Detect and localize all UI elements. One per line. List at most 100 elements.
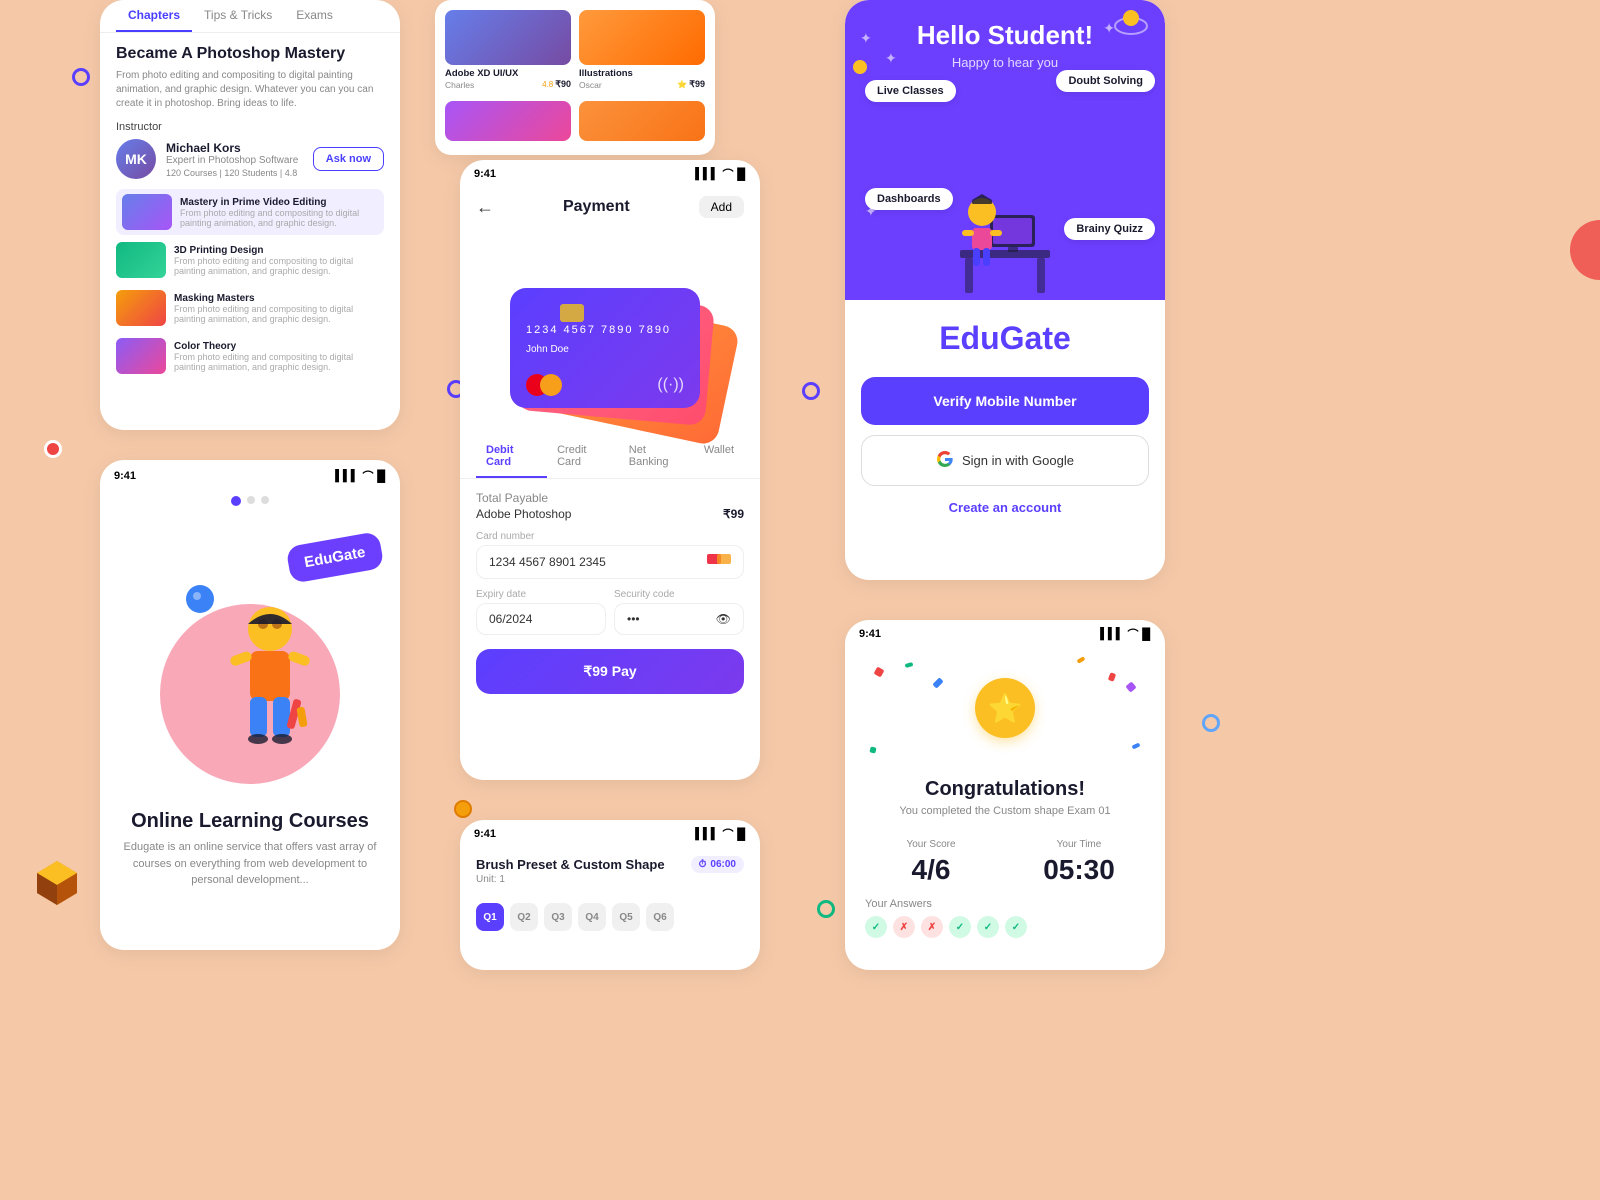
bottom-thumbs [445, 101, 705, 141]
congrats-title: Congratulations! [865, 778, 1145, 801]
quiz-tab-q1[interactable]: Q1 [476, 903, 504, 931]
expiry-input[interactable]: 06/2024 [476, 603, 606, 635]
security-label: Security code [614, 589, 744, 600]
chip-purple [560, 304, 584, 322]
verify-mobile-button[interactable]: Verify Mobile Number [861, 377, 1149, 425]
learning-text: Online Learning Courses Edugate is an on… [100, 794, 400, 905]
doubt-solving-badge: Doubt Solving [1056, 70, 1155, 92]
course-author-2: Oscar [579, 80, 602, 90]
lesson-desc-1: From photo editing and compositing to di… [180, 208, 378, 228]
confetti-4 [1077, 656, 1086, 663]
online-learning-card: 9:41 ▌▌▌ ⌒ ▉ EduGate [100, 460, 400, 950]
quiz-tab-q2[interactable]: Q2 [510, 903, 538, 931]
slide-dots [100, 488, 400, 514]
learning-status-bar: 9:41 ▌▌▌ ⌒ ▉ [100, 460, 400, 488]
tab-debit-card[interactable]: Debit Card [476, 436, 547, 478]
course-price-2: ₹99 [689, 79, 705, 90]
course-price-1: ₹90 [555, 79, 571, 90]
lesson-item-1[interactable]: Mastery in Prime Video Editing From phot… [116, 189, 384, 235]
slide-dot-active [231, 496, 241, 506]
total-payable-row: Total Payable [476, 491, 744, 505]
tab-exams[interactable]: Exams [284, 0, 345, 32]
payment-form: Total Payable Adobe Photoshop ₹99 Card n… [460, 479, 760, 706]
time-value: 05:30 [1013, 854, 1145, 886]
google-icon [936, 450, 954, 471]
product-price-row: Adobe Photoshop ₹99 [476, 507, 744, 521]
score-box: Your Score 4/6 [865, 839, 997, 886]
card-number-field: Card number 1234 4567 8901 2345 [476, 531, 744, 579]
edugate-hero: ✦ ✦ ✦ ✦ Hello Student! Happy to hear you… [845, 0, 1165, 300]
quiz-tabs: Q1 Q2 Q3 Q4 Q5 Q6 [460, 895, 760, 939]
google-btn-label: Sign in with Google [962, 453, 1074, 468]
card-number-input[interactable]: 1234 4567 8901 2345 [476, 545, 744, 579]
learning-signal-icon: ▌▌▌ [335, 470, 358, 482]
quiz-tab-q6[interactable]: Q6 [646, 903, 674, 931]
create-account-link[interactable]: Create an account [845, 500, 1165, 515]
lesson-title-3: Masking Masters [174, 293, 384, 304]
brush-title-row: Brush Preset & Custom Shape ⏱ 06:00 [476, 856, 744, 873]
course-meta-2: Illustrations Oscar ⭐ ₹99 [579, 65, 705, 93]
google-signin-button[interactable]: Sign in with Google [861, 435, 1149, 486]
brush-unit: Unit: 1 [476, 874, 744, 885]
course-card-1[interactable]: Adobe XD UI/UX Charles 4.8 ₹90 [445, 10, 571, 93]
brush-signal-icon: ▌▌▌ [695, 828, 718, 840]
lesson-desc-3: From photo editing and compositing to di… [174, 304, 384, 324]
instructor-avatar: MK [116, 139, 156, 179]
instructor-info: Michael Kors Expert in Photoshop Softwar… [166, 141, 303, 178]
ask-now-button[interactable]: Ask now [313, 147, 384, 171]
congrats-battery-icon: ▉ [1143, 628, 1151, 641]
expiry-field: Expiry date 06/2024 [476, 589, 606, 635]
product-name: Adobe Photoshop [476, 507, 571, 521]
confetti-1 [874, 667, 885, 678]
clock-icon: ⏱ [699, 859, 707, 870]
lesson-thumb-1 [122, 194, 172, 230]
add-card-button[interactable]: Add [699, 196, 744, 218]
back-button[interactable]: ← [476, 197, 494, 218]
answers-label: Your Answers [865, 898, 1145, 910]
mastercard-logo [526, 374, 562, 396]
answer-5: ✓ [977, 916, 999, 938]
course-name-2: Illustrations [579, 68, 705, 79]
lesson-item-4[interactable]: Color Theory From photo editing and comp… [116, 333, 384, 379]
tab-credit-card[interactable]: Credit Card [547, 436, 619, 478]
course-description: From photo editing and compositing to di… [116, 69, 384, 111]
learning-description: Edugate is an online service that offers… [120, 839, 380, 889]
learning-title: Online Learning Courses [120, 810, 380, 833]
card-purple[interactable]: 1234 4567 7890 7890 John Doe ((·)) [510, 288, 700, 408]
cards-stack: 1234 4567 7890 7890 John Doe ((·)) [500, 228, 720, 428]
security-field: Security code ••• 👁 [614, 589, 744, 635]
course-meta-1: Adobe XD UI/UX Charles 4.8 ₹90 [445, 65, 571, 93]
confetti-6 [1125, 681, 1136, 692]
congrats-wifi-icon: ⌒ [1128, 626, 1139, 642]
confetti-7 [869, 746, 876, 753]
payment-card: 9:41 ▌▌▌ ⌒ ▉ ← Payment Add 1234 4567 789… [460, 160, 760, 780]
congrats-status-bar: 9:41 ▌▌▌ ⌒ ▉ [845, 620, 1165, 648]
course-card-2[interactable]: Illustrations Oscar ⭐ ₹99 [579, 10, 705, 93]
tab-chapters[interactable]: Chapters [116, 0, 192, 32]
card-holder-name: John Doe [526, 344, 684, 355]
quiz-tab-q3[interactable]: Q3 [544, 903, 572, 931]
score-row: Your Score 4/6 Your Time 05:30 [845, 827, 1165, 898]
brush-title: Brush Preset & Custom Shape [476, 857, 665, 872]
answers-section: Your Answers ✓ ✗ ✗ ✓ ✓ ✓ [845, 898, 1165, 938]
tab-tips[interactable]: Tips & Tricks [192, 0, 284, 32]
answer-4: ✓ [949, 916, 971, 938]
signal-icon: ▌▌▌ [695, 168, 718, 180]
tab-net-banking[interactable]: Net Banking [619, 436, 694, 478]
instructor-name: Michael Kors [166, 141, 303, 155]
product-price: ₹99 [723, 507, 744, 521]
time-box: Your Time 05:30 [1013, 839, 1145, 886]
decorative-cube [32, 856, 82, 906]
lesson-item-3[interactable]: Masking Masters From photo editing and c… [116, 285, 384, 331]
quiz-tab-q4[interactable]: Q4 [578, 903, 606, 931]
lesson-info-4: Color Theory From photo editing and comp… [174, 341, 384, 372]
course-author-1: Charles [445, 80, 474, 90]
answer-1: ✓ [865, 916, 887, 938]
lesson-item-2[interactable]: 3D Printing Design From photo editing an… [116, 237, 384, 283]
bg-circle-right [1570, 220, 1600, 280]
quiz-tab-q5[interactable]: Q5 [612, 903, 640, 931]
lesson-title-4: Color Theory [174, 341, 384, 352]
security-input[interactable]: ••• 👁 [614, 603, 744, 635]
pay-button[interactable]: ₹99 Pay [476, 649, 744, 694]
payment-status-icons: ▌▌▌ ⌒ ▉ [695, 166, 746, 182]
